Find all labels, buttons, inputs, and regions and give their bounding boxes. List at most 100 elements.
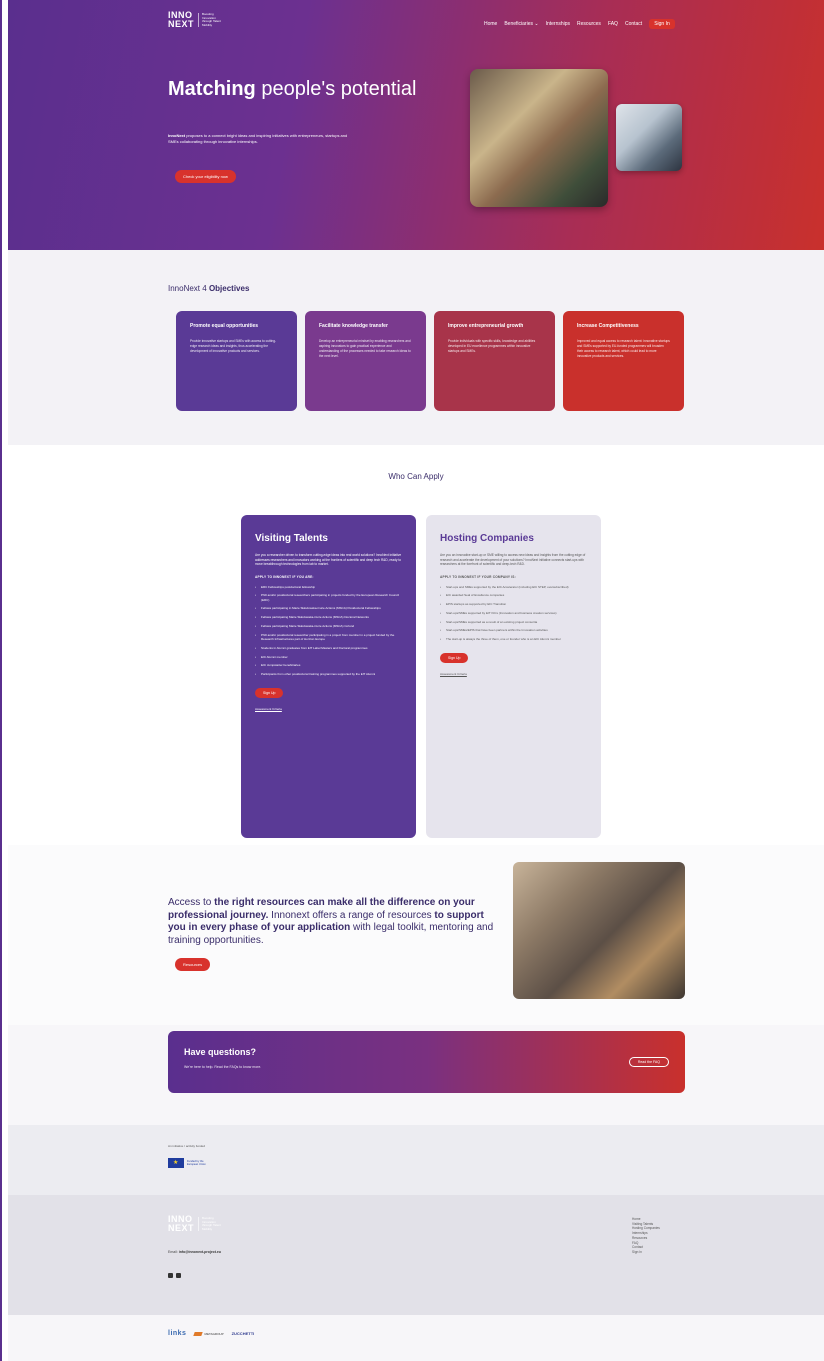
funding-section xyxy=(8,1125,824,1195)
footer xyxy=(8,1195,824,1315)
objective-card-competitiveness: Increase Competitiveness Improved and eq… xyxy=(563,311,684,411)
faq-title: Have questions? xyxy=(184,1047,257,1057)
objective-card-knowledge-transfer: Facilitate knowledge transfer Develop an… xyxy=(305,311,426,411)
hosting-companies-list: Start-ups and SMEs supported by the EIC … xyxy=(440,585,587,642)
objective-text: Provide innovative startups and SMEs wit… xyxy=(190,339,277,353)
list-item: Fellows participating Marie Skłodowska-C… xyxy=(255,624,402,629)
logo-mark-bottom: NEXT xyxy=(168,19,195,29)
objective-text: Develop an entrepreneurial mindset by en… xyxy=(319,339,411,358)
hero-title-bold: Matching xyxy=(168,78,256,100)
footer-email: Email: info@innonext-project.eu xyxy=(168,1250,221,1254)
list-item: Fellows participating in Marie Skłodowsk… xyxy=(255,606,402,611)
metagroup-text: METAGROUP xyxy=(204,1331,224,1336)
visiting-assessment-criteria-link[interactable]: Assessment Criteria xyxy=(255,707,402,711)
hosting-sign-up-button[interactable]: Sign Up xyxy=(440,653,469,664)
list-item: Start-ups/SMEs supported as a result of … xyxy=(440,620,587,625)
nav-item-contact[interactable]: Contact xyxy=(625,21,642,27)
list-item: Start-ups and SMEs supported by the EIC … xyxy=(440,585,587,590)
hero-title: Matching people's potential xyxy=(168,77,418,101)
metagroup-mark-icon xyxy=(193,1331,204,1336)
list-item: EIC awarded Seal of Excellence companies xyxy=(440,593,587,598)
site-logo[interactable]: INNO NEXT Boosting Innovation through Ta… xyxy=(168,11,224,29)
footer-logo-mark: INNO NEXT xyxy=(168,1215,194,1233)
hosting-companies-desc: Are you an innovative start-up or SME wi… xyxy=(440,553,586,566)
hero-photo-team xyxy=(616,104,682,171)
visiting-talents-card: Visiting Talents Are you a researcher dr… xyxy=(241,515,416,838)
logo-mark-bottom: NEXT xyxy=(168,1223,195,1233)
resources-button[interactable]: Resources xyxy=(175,958,211,971)
nav-item-home[interactable]: Home xyxy=(484,21,497,27)
list-item: EIC Jumpstarter beneficiaries xyxy=(255,663,402,668)
list-item: ERC Fellowships postdoctoral fellowship xyxy=(255,585,402,590)
logo-tagline: Boosting Innovation through Talent Mobil… xyxy=(198,12,224,27)
footer-logo-tagline: Boosting Innovation through Talent Mobil… xyxy=(198,1216,224,1231)
faq-text: We're here to help. Read the FAQs to kno… xyxy=(184,1065,262,1069)
nav-item-beneficiaries[interactable]: Beneficiaries ⌄ xyxy=(504,21,538,27)
eligibility-button[interactable]: Check your eligibility now xyxy=(175,170,236,183)
partners-section xyxy=(8,1315,824,1361)
list-item: Start-ups/SMEs supported by EIT KICs (In… xyxy=(440,611,587,616)
visiting-talents-desc: Are you a researcher driven to transform… xyxy=(255,553,402,566)
nav-item-internships[interactable]: Internships xyxy=(546,21,570,27)
objectives-title: InnoNext 4 Objectives xyxy=(168,284,249,293)
list-item: Fellows participating Marie Skłodowska-C… xyxy=(255,615,402,620)
list-item: The start-up is always the three of them… xyxy=(440,637,587,642)
visiting-sign-up-button[interactable]: Sign Up xyxy=(255,688,284,699)
eu-funding-logo: Funded by the European Union xyxy=(168,1158,209,1168)
visiting-talents-title: Visiting Talents xyxy=(255,533,328,544)
sign-in-button[interactable]: Sign In xyxy=(649,19,675,29)
footer-email-link[interactable]: info@innonext-project.eu xyxy=(179,1250,221,1254)
list-item: EIC Alumni member xyxy=(255,655,402,660)
footer-email-label: Email: xyxy=(168,1250,178,1254)
partner-logos: links METAGROUP ZUCCHETTI xyxy=(168,1330,254,1337)
objectives-title-bold: Objectives xyxy=(208,284,250,293)
linkedin-icon[interactable] xyxy=(168,1273,173,1278)
logo-mark: INNO NEXT xyxy=(168,11,194,29)
footer-social xyxy=(168,1273,181,1278)
twitter-icon[interactable] xyxy=(176,1273,181,1278)
partner-logo-metagroup: METAGROUP xyxy=(193,1331,224,1336)
objective-title: Facilitate knowledge transfer xyxy=(319,323,388,329)
objective-text: Improved and equal access to research ta… xyxy=(577,339,670,358)
partner-logo-links: links xyxy=(168,1330,187,1337)
visiting-talents-list: ERC Fellowships postdoctoral fellowship … xyxy=(255,585,402,677)
hosting-assessment-criteria-link[interactable]: Assessment Criteria xyxy=(440,672,587,676)
read-faq-button[interactable]: Read the FAQ xyxy=(628,1057,669,1067)
objective-card-equal-opportunities: Promote equal opportunities Provide inno… xyxy=(176,311,297,411)
list-item: Start-ups/SMEs/EPIS that have been partn… xyxy=(440,628,587,633)
faq-banner: Have questions? We're here to help. Read… xyxy=(168,1031,685,1093)
resources-text-part: Innonext offers a range of resources xyxy=(271,909,432,921)
objective-text: Provide individuals with specific skills… xyxy=(448,339,536,353)
hosting-companies-subtitle: APPLY TO INNONEXT IF YOUR COMPANY IS: xyxy=(440,574,516,579)
objectives-title-light: InnoNext 4 xyxy=(168,284,207,293)
objective-title: Promote equal opportunities xyxy=(190,323,259,329)
partner-logo-zucchetti: ZUCCHETTI xyxy=(231,1331,255,1336)
footer-logo[interactable]: INNO NEXT Boosting Innovation through Ta… xyxy=(168,1215,224,1233)
hosting-companies-title: Hosting Companies xyxy=(440,533,534,544)
who-can-apply-section xyxy=(8,445,824,845)
objective-title: Increase Competitiveness xyxy=(577,323,639,329)
visiting-talents-subtitle: APPLY TO INNONEXT IF YOU ARE: xyxy=(255,574,314,579)
nav-item-resources[interactable]: Resources xyxy=(577,21,601,27)
list-item: EPIS startups as supported by EIC Transi… xyxy=(440,602,587,607)
hero-photo-office xyxy=(470,69,608,207)
resources-text: Access to the right resources can make a… xyxy=(168,897,498,947)
hero-section: INNO NEXT Boosting Innovation through Ta… xyxy=(8,0,824,250)
hero-lead: InnoNext proposes to a connect bright id… xyxy=(168,133,353,145)
who-can-apply-title: Who Can Apply xyxy=(388,472,444,481)
footer-nav: Home Visiting Talents Hosting Companies … xyxy=(632,1217,660,1254)
page: INNO NEXT Boosting Innovation through Ta… xyxy=(8,0,824,1361)
objective-card-entrepreneurial-growth: Improve entrepreneurial growth Provide i… xyxy=(434,311,555,411)
hosting-companies-card: Hosting Companies Are you an innovative … xyxy=(426,515,601,838)
list-item: PhD and/or postdoctoral researcher parti… xyxy=(255,633,402,642)
eu-flag-icon xyxy=(168,1158,184,1168)
objective-title: Improve entrepreneurial growth xyxy=(448,323,524,329)
hero-lead-bold: InnoNext xyxy=(168,133,186,138)
list-item: Students in Alumni graduates from EIT La… xyxy=(255,646,402,651)
hero-lead-text: proposes to a connect bright ideas and i… xyxy=(168,133,348,144)
resources-photo-team xyxy=(513,862,685,999)
nav-item-faq[interactable]: FAQ xyxy=(608,21,618,27)
footer-link-sign-in[interactable]: Sign In xyxy=(632,1250,660,1254)
list-item: Participants from other postdoctoral tra… xyxy=(255,672,402,677)
funding-label: An initiative / activity funded xyxy=(168,1144,206,1148)
